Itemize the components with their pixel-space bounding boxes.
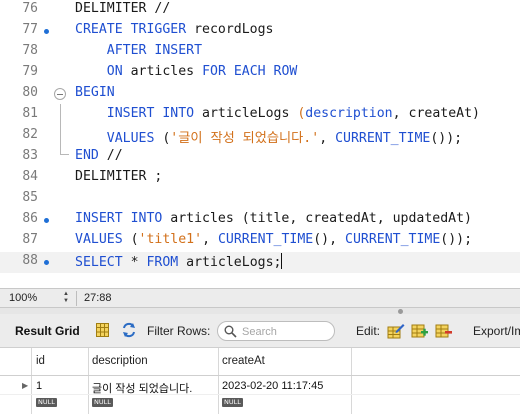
code-text: VALUES ('title1', CURRENT_TIME(), CURREN…	[75, 232, 473, 247]
code-line[interactable]: 86 INSERT INTO articles (title, createdAt…	[0, 210, 520, 231]
statement-marker-icon	[44, 260, 49, 265]
editor-status-bar: 100% ▲ ▼ 27:88	[0, 288, 520, 308]
code-text: VALUES ('글이 작성 되었습니다.', CURRENT_TIME());	[106, 131, 463, 146]
line-number: 86	[22, 211, 38, 226]
grid-view-icon[interactable]	[96, 323, 109, 337]
line-number: 88	[22, 253, 38, 268]
export-import-label[interactable]: Export/Im	[473, 324, 520, 338]
result-grid-tab[interactable]: Result Grid	[15, 324, 80, 338]
row-divider	[0, 394, 520, 395]
statement-marker-icon	[44, 29, 49, 34]
zoom-up-icon[interactable]: ▲	[59, 291, 73, 298]
table-cell-description[interactable]: 글이 작성 되었습니다.	[92, 380, 192, 396]
code-line[interactable]: 79 ON articles FOR EACH ROW	[0, 63, 520, 84]
code-text: SELECT * FROM articleLogs;	[75, 253, 283, 270]
line-number: 76	[22, 1, 38, 16]
text-caret	[281, 253, 283, 269]
line-number: 79	[22, 64, 38, 79]
line-number: 77	[22, 22, 38, 37]
line-number: 80	[22, 85, 38, 100]
column-separator[interactable]	[218, 348, 219, 414]
code-line[interactable]: 82 VALUES ('글이 작성 되었습니다.', CURRENT_TIME(…	[0, 126, 520, 147]
code-line[interactable]: 76 DELIMITER //	[0, 0, 520, 21]
line-number: 84	[22, 169, 38, 184]
delete-row-icon[interactable]	[435, 322, 453, 339]
code-text: INSERT INTO articleLogs (description, cr…	[106, 106, 480, 121]
column-separator[interactable]	[31, 348, 32, 414]
column-separator[interactable]	[351, 348, 352, 414]
code-line[interactable]: 77 CREATE TRIGGER recordLogs	[0, 21, 520, 42]
line-number: 78	[22, 43, 38, 58]
code-text: INSERT INTO articles (title, createdAt, …	[75, 211, 472, 226]
row-indicator-icon: ▶	[22, 381, 29, 390]
line-number: 82	[22, 127, 38, 142]
refresh-icon[interactable]	[121, 322, 137, 338]
search-icon	[224, 325, 237, 338]
code-line[interactable]: 80 BEGIN	[0, 84, 520, 105]
null-badge[interactable]: NULL	[222, 398, 243, 407]
column-header-description[interactable]: description	[92, 355, 148, 367]
filter-search-box[interactable]	[217, 321, 335, 341]
line-number: 87	[22, 232, 38, 247]
cursor-position: 27:88	[84, 292, 112, 304]
table-cell-id[interactable]: 1	[36, 380, 42, 392]
column-header-id[interactable]: id	[36, 355, 45, 367]
result-toolbar: Result Grid Filter Rows: Edit:	[0, 314, 520, 348]
line-number: 83	[22, 148, 38, 163]
sql-editor[interactable]: 76 DELIMITER // 77 CREATE TRIGGER recordLog…	[0, 0, 520, 285]
code-line[interactable]: 88 SELECT * FROM articleLogs;	[0, 252, 520, 273]
column-separator[interactable]	[88, 348, 89, 414]
code-text: ON articles FOR EACH ROW	[106, 64, 298, 79]
code-line[interactable]: 81 INSERT INTO articleLogs (description,…	[0, 105, 520, 126]
filter-search-input[interactable]	[242, 324, 330, 339]
header-divider	[0, 375, 520, 376]
code-text: DELIMITER //	[75, 1, 171, 16]
code-text: END //	[75, 148, 123, 163]
zoom-stepper[interactable]: ▲ ▼	[59, 291, 73, 306]
code-line[interactable]: 83 END //	[0, 147, 520, 168]
zoom-level: 100%	[9, 292, 38, 304]
status-separator	[76, 291, 77, 306]
table-cell-createat[interactable]: 2023-02-20 11:17:45	[222, 380, 323, 392]
fold-toggle-icon[interactable]	[54, 88, 66, 100]
statement-marker-icon	[44, 218, 49, 223]
code-text: CREATE TRIGGER recordLogs	[75, 22, 274, 37]
zoom-down-icon[interactable]: ▼	[59, 298, 73, 305]
code-line[interactable]: 85	[0, 189, 520, 210]
code-line[interactable]: 87 VALUES ('title1', CURRENT_TIME(), CURR…	[0, 231, 520, 252]
add-row-icon[interactable]	[411, 322, 429, 339]
line-number: 85	[22, 190, 38, 205]
code-line[interactable]: 84 DELIMITER ;	[0, 168, 520, 189]
edit-label: Edit:	[356, 324, 381, 338]
code-text: BEGIN	[75, 85, 115, 100]
code-line[interactable]: 78 AFTER INSERT	[0, 42, 520, 63]
result-grid: id description createAt ▶ 1 글이 작성 되었습니다.…	[0, 348, 520, 414]
filter-rows-label: Filter Rows:	[147, 324, 211, 338]
column-header-createat[interactable]: createAt	[222, 355, 265, 367]
line-number: 81	[22, 106, 38, 121]
edit-row-icon[interactable]	[387, 322, 405, 339]
null-badge[interactable]: NULL	[36, 398, 57, 407]
code-text: AFTER INSERT	[106, 43, 203, 58]
null-badge[interactable]: NULL	[92, 398, 113, 407]
code-text: DELIMITER ;	[75, 169, 163, 184]
